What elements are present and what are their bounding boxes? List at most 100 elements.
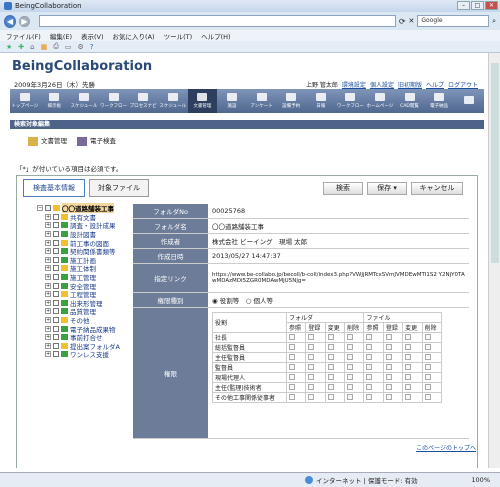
stop-icon[interactable]: ✕ — [409, 17, 415, 25]
node-checkbox[interactable] — [53, 291, 59, 298]
perm-checkbox[interactable] — [385, 363, 392, 370]
tree-node[interactable]: + 品質管理 — [37, 307, 147, 316]
nav-item[interactable]: 掲示板 — [40, 89, 70, 113]
perm-checkbox[interactable] — [327, 333, 334, 340]
perm-checkbox[interactable] — [327, 393, 334, 400]
expand-toggle[interactable]: + — [45, 334, 51, 341]
expand-toggle[interactable]: + — [45, 231, 51, 238]
perm-checkbox[interactable] — [385, 343, 392, 350]
node-checkbox[interactable] — [53, 231, 59, 238]
perm-checkbox[interactable] — [289, 343, 296, 350]
perm-checkbox[interactable] — [385, 353, 392, 360]
nav-item[interactable] — [454, 89, 484, 113]
node-checkbox[interactable] — [53, 351, 59, 358]
expand-toggle[interactable]: + — [45, 342, 51, 349]
page-icon[interactable]: ▭ — [65, 43, 72, 51]
perm-checkbox[interactable] — [308, 363, 315, 370]
perm-checkbox[interactable] — [347, 373, 354, 380]
zoom-level[interactable]: 100% — [471, 476, 490, 484]
perm-checkbox[interactable] — [289, 373, 296, 380]
perm-checkbox[interactable] — [366, 333, 373, 340]
back-icon[interactable]: ◀ — [4, 14, 17, 28]
nav-item[interactable]: 文書管理 — [187, 89, 218, 113]
menu-item[interactable]: ファイル(F) — [6, 31, 41, 41]
nav-item[interactable]: 日報 — [306, 89, 336, 113]
perm-checkbox[interactable] — [385, 393, 392, 400]
perm-checkbox[interactable] — [405, 353, 412, 360]
nav-item[interactable]: スケジュール — [158, 89, 188, 113]
perm-checkbox[interactable] — [366, 353, 373, 360]
perm-checkbox[interactable] — [366, 343, 373, 350]
page-top-link[interactable]: このページのトップへ — [416, 443, 476, 452]
perm-checkbox[interactable] — [424, 393, 431, 400]
tree-node-label[interactable]: ワンレス支援 — [70, 349, 109, 359]
node-checkbox[interactable] — [53, 317, 59, 324]
perm-checkbox[interactable] — [385, 373, 392, 380]
nav-item[interactable]: スケジュール — [69, 89, 99, 113]
url-input[interactable] — [38, 15, 396, 27]
node-checkbox[interactable] — [53, 282, 59, 289]
help-icon[interactable]: ? — [90, 43, 94, 51]
nav-item[interactable]: ワークフロー — [336, 89, 366, 113]
node-checkbox[interactable] — [53, 248, 59, 255]
perm-checkbox[interactable] — [289, 353, 296, 360]
tab-basic-info[interactable]: 検査基本情報 — [23, 179, 85, 197]
expand-toggle[interactable]: + — [45, 325, 51, 332]
expand-toggle[interactable]: + — [45, 265, 51, 272]
maximize-button[interactable]: □ — [471, 1, 484, 10]
perm-checkbox[interactable] — [289, 383, 296, 390]
nav-item[interactable]: 電子納品 — [424, 89, 454, 113]
node-checkbox[interactable] — [53, 342, 59, 349]
node-checkbox[interactable] — [53, 239, 59, 246]
perm-checkbox[interactable] — [327, 343, 334, 350]
perm-checkbox[interactable] — [405, 343, 412, 350]
link-old[interactable]: 旧初期版 — [398, 80, 422, 89]
perm-checkbox[interactable] — [424, 363, 431, 370]
expand-toggle[interactable]: + — [45, 282, 51, 289]
node-checkbox[interactable] — [53, 222, 59, 229]
nav-item[interactable]: CAD閲覧 — [395, 89, 425, 113]
minimize-button[interactable]: – — [457, 1, 470, 10]
perm-checkbox[interactable] — [289, 333, 296, 340]
expand-toggle[interactable]: + — [45, 291, 51, 298]
nav-item[interactable]: 施設 — [217, 89, 247, 113]
tree-node[interactable]: + ワンレス支援 — [37, 350, 147, 359]
perm-checkbox[interactable] — [424, 343, 431, 350]
node-checkbox[interactable] — [53, 274, 59, 281]
link-logout[interactable]: ログアウト — [448, 80, 478, 89]
perm-checkbox[interactable] — [405, 383, 412, 390]
nav-item[interactable]: 設備予約 — [276, 89, 306, 113]
node-checkbox[interactable] — [53, 308, 59, 315]
perm-checkbox[interactable] — [385, 333, 392, 340]
node-checkbox[interactable] — [53, 265, 59, 272]
perm-checkbox[interactable] — [308, 333, 315, 340]
perm-checkbox[interactable] — [405, 373, 412, 380]
perm-checkbox[interactable] — [424, 353, 431, 360]
expand-toggle[interactable]: − — [37, 205, 43, 212]
node-checkbox[interactable] — [53, 299, 59, 306]
expand-toggle[interactable]: + — [45, 222, 51, 229]
nav-item[interactable]: アンケート — [247, 89, 277, 113]
node-checkbox[interactable] — [45, 205, 51, 212]
perm-checkbox[interactable] — [327, 363, 334, 370]
perm-checkbox[interactable] — [308, 353, 315, 360]
menu-item[interactable]: 表示(V) — [81, 31, 104, 41]
expand-toggle[interactable]: + — [45, 274, 51, 281]
perm-checkbox[interactable] — [366, 363, 373, 370]
search-icon[interactable]: ⌕ — [492, 17, 496, 26]
expand-toggle[interactable]: + — [45, 256, 51, 263]
node-checkbox[interactable] — [53, 213, 59, 220]
perm-checkbox[interactable] — [347, 353, 354, 360]
expand-toggle[interactable]: + — [45, 248, 51, 255]
home-icon[interactable]: ⌂ — [30, 43, 34, 51]
tab-target-files[interactable]: 対象ファイル — [89, 179, 149, 197]
perm-checkbox[interactable] — [308, 383, 315, 390]
vertical-scrollbar[interactable] — [488, 53, 500, 468]
perm-checkbox[interactable] — [424, 373, 431, 380]
perm-checkbox[interactable] — [347, 333, 354, 340]
expand-toggle[interactable]: + — [45, 239, 51, 246]
perm-checkbox[interactable] — [327, 383, 334, 390]
perm-checkbox[interactable] — [347, 383, 354, 390]
perm-checkbox[interactable] — [308, 343, 315, 350]
menu-item[interactable]: ツール(T) — [164, 31, 193, 41]
